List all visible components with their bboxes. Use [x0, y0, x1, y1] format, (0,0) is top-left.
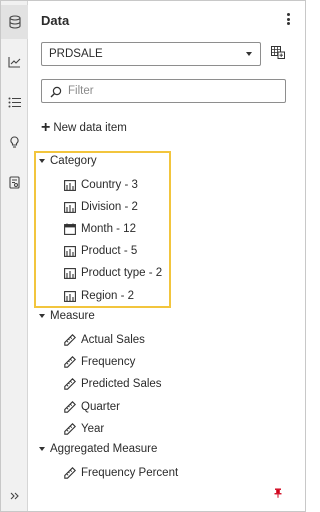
list-item-label: Product type - 2 [81, 267, 163, 279]
group-header-measure[interactable]: Measure [39, 308, 95, 324]
list-item-label: Predicted Sales [81, 378, 162, 390]
rail-report-button[interactable] [1, 165, 28, 199]
list-item[interactable]: Frequency Percent [64, 464, 178, 482]
chevron-down-icon [246, 52, 252, 56]
list-item-label: Month - 12 [81, 223, 136, 235]
list-item[interactable]: Predicted Sales [64, 375, 162, 393]
new-data-item-button[interactable]: + New data item [41, 119, 127, 137]
pin-panel-button[interactable] [274, 485, 282, 503]
report-icon [9, 175, 20, 189]
expand-rail-button[interactable] [1, 479, 28, 512]
list-item-label: Region - 2 [81, 290, 135, 302]
rail-data-button[interactable] [1, 5, 28, 39]
collapse-triangle-icon [39, 159, 45, 163]
category-icon [64, 201, 76, 213]
list-item[interactable]: Actual Sales [64, 331, 145, 349]
collapse-triangle-icon [39, 314, 45, 318]
group-label: Aggregated Measure [50, 443, 158, 455]
datasource-value: PRDSALE [49, 48, 103, 60]
collapse-triangle-icon [39, 447, 45, 451]
calendar-icon [64, 223, 76, 235]
kebab-dot-icon [286, 22, 290, 25]
list-item[interactable]: Year [64, 420, 104, 438]
plus-icon: + [41, 119, 51, 136]
search-icon [50, 85, 62, 103]
list-item[interactable]: Quarter [64, 398, 120, 416]
lightbulb-icon [10, 135, 19, 149]
list-item-label: Country - 3 [81, 179, 138, 191]
list-item-label: Frequency Percent [81, 467, 179, 479]
category-icon [64, 290, 76, 302]
list-item-label: Year [81, 423, 105, 435]
line-chart-icon [8, 56, 21, 68]
panel-title: Data [41, 13, 70, 28]
list-item-label: Product - 5 [81, 245, 138, 257]
datasource-select[interactable]: PRDSALE [41, 42, 261, 66]
list-item[interactable]: Region - 2 [64, 287, 134, 305]
list-item-label: Quarter [81, 401, 120, 413]
list-item-label: Frequency [81, 356, 136, 368]
kebab-dot-icon [286, 13, 290, 16]
data-source-properties-button[interactable] [271, 46, 287, 62]
measure-icon [64, 378, 76, 390]
list-item[interactable]: Product type - 2 [64, 264, 162, 282]
rail-objects-button[interactable] [1, 45, 28, 79]
left-rail [1, 1, 28, 511]
measure-icon [64, 334, 76, 346]
group-label: Measure [50, 310, 95, 322]
rail-outline-button[interactable] [1, 85, 28, 119]
data-panel: Data PRDSALE + New data item Category Co… [29, 1, 305, 511]
list-icon [8, 97, 21, 108]
double-chevron-right-icon [10, 492, 20, 500]
new-data-item-label: New data item [53, 122, 127, 134]
filter-input[interactable] [68, 83, 268, 99]
group-label: Category [50, 155, 97, 167]
kebab-dot-icon [286, 17, 290, 21]
list-item[interactable]: Frequency [64, 353, 135, 371]
list-item[interactable]: Division - 2 [64, 198, 138, 216]
measure-icon [64, 356, 76, 368]
category-icon [64, 179, 76, 191]
filter-field[interactable] [41, 79, 286, 103]
measure-icon [64, 401, 76, 413]
pin-icon [274, 485, 282, 502]
more-options-button[interactable] [283, 11, 293, 27]
measure-icon [64, 467, 76, 479]
measure-icon [64, 423, 76, 435]
list-item-label: Division - 2 [81, 201, 138, 213]
list-item[interactable]: Country - 3 [64, 176, 138, 194]
list-item-label: Actual Sales [81, 334, 145, 346]
category-icon [64, 267, 76, 279]
database-icon [8, 15, 21, 29]
list-item[interactable]: Month - 12 [64, 220, 136, 238]
group-header-category[interactable]: Category [39, 153, 97, 169]
list-item[interactable]: Product - 5 [64, 242, 137, 260]
category-icon [64, 245, 76, 257]
group-header-aggregated-measure[interactable]: Aggregated Measure [39, 441, 157, 457]
table-properties-icon [271, 46, 285, 63]
rail-suggestions-button[interactable] [1, 125, 28, 159]
